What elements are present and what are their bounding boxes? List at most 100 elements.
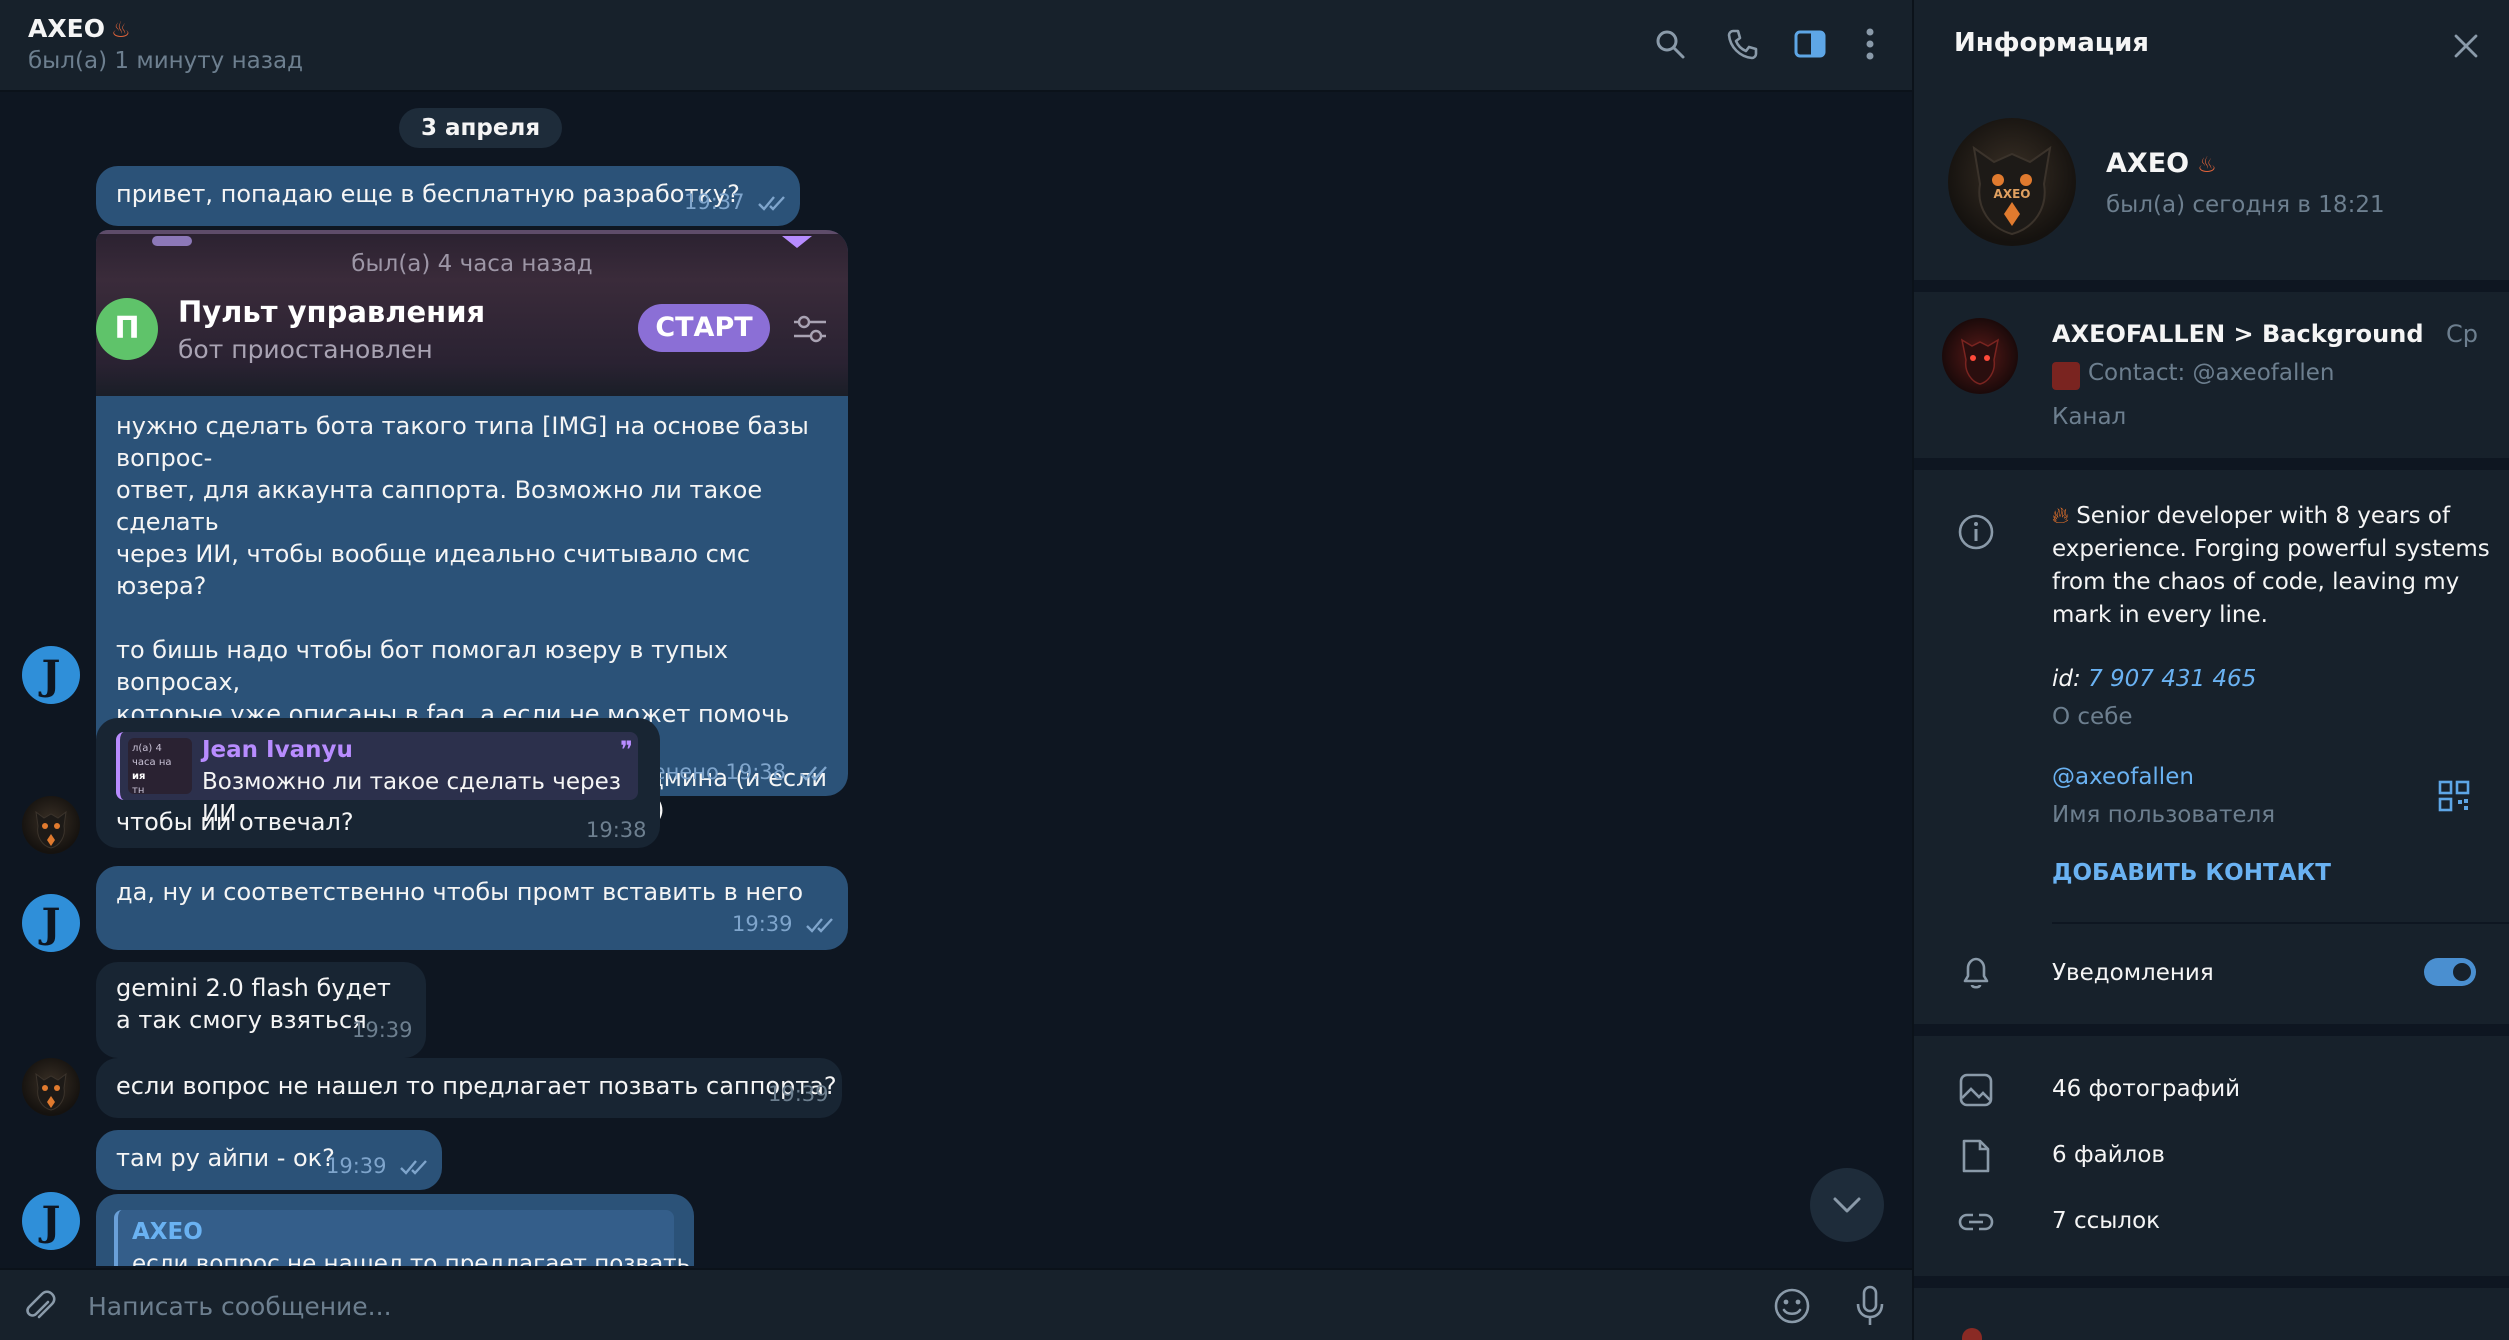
message-outgoing[interactable]: был(а) 4 часа назад П Пульт управления б… [96,230,848,824]
message-outgoing[interactable]: там ру айпи - ок? 19:39 [96,1130,442,1190]
message-incoming[interactable]: л(а) 4 часа на ия тн Jean Ivanyu Возможн… [96,718,660,848]
message-meta: 19:37 [684,186,789,218]
svg-text:AXEO: AXEO [1994,187,2031,201]
double-check-icon [806,918,834,933]
bell-icon [1956,952,1996,992]
double-check-icon [400,1160,428,1175]
avatar[interactable]: J [22,1192,80,1250]
message-time: 19:39 [326,1154,387,1178]
section-divider [1914,458,2509,470]
thumb-title: ия [132,771,146,782]
chat-header[interactable]: AXEO ♨ был(а) 1 минуту назад [0,0,1912,92]
flame-icon: ♨ [110,18,131,43]
message-incoming[interactable]: если вопрос не нашел то предлагает позва… [96,1058,842,1118]
channel-day: Ср [2446,320,2478,348]
username-link[interactable]: @axeofallen [2052,764,2194,790]
chat-title[interactable]: AXEO ♨ [28,14,131,43]
quote-mark-icon: ❞ [620,736,633,764]
profile-avatar[interactable]: AXEO [1948,118,2076,246]
preview-title: Пульт управления [178,295,486,329]
photo-icon [1956,1070,1996,1110]
preview-avatar: П [96,298,158,360]
message-time: 19:39 [352,1018,413,1042]
sliders-icon [794,315,826,343]
message-outgoing[interactable]: AXEO если вопрос не нашел то предлагает … [96,1194,694,1266]
more-icon[interactable] [1850,24,1890,64]
add-contact-button[interactable]: ДОБАВИТЬ КОНТАКТ [2052,860,2331,886]
preview-subtitle: бот приостановлен [178,335,433,364]
channel-avatar[interactable] [1942,318,2018,394]
message-list[interactable]: 3 апреля привет, попадаю еще в бесплатну… [0,94,1912,1266]
search-icon[interactable] [1650,24,1690,64]
image-pill [152,236,192,246]
avatar[interactable]: J [22,894,80,952]
message-line: через ИИ, чтобы вообще идеально считывал… [116,540,751,600]
media-photos[interactable]: 46 фотографий [2052,1076,2240,1102]
avatar[interactable] [22,796,80,854]
scroll-down-button[interactable] [1810,1168,1884,1242]
reply-quote[interactable]: AXEO если вопрос не нашел то предлагает … [114,1210,691,1266]
message-input[interactable]: Написать сообщение... [88,1292,392,1321]
bio-line: Senior developer with 8 years of [2076,503,2451,529]
id-label: id: [2052,666,2081,692]
chat-pane: AXEO ♨ был(а) 1 минуту назад 3 апреля при… [0,0,1912,1340]
emoji-icon[interactable] [1772,1286,1812,1326]
bio-line: experience. Forging powerful systems [2052,536,2490,562]
chevron-down-icon [1833,1197,1861,1213]
quote-text: если вопрос не нашел то предлагает позва… [132,1251,691,1266]
profile-name: AXEO ♨ [2106,148,2217,179]
message-text: если вопрос не нашел то предлагает позва… [116,1072,837,1100]
avatar[interactable] [22,1058,80,1116]
avatar[interactable]: J [22,646,80,704]
message-line: а так смогу взяться [116,1006,367,1034]
message-line: то бишь надо чтобы бот помогал юзеру в т… [116,636,729,696]
id-row: id: 7 907 431 465 [2052,666,2256,692]
qr-code-icon[interactable] [2434,776,2474,816]
date-separator: 3 апреля [399,108,563,148]
message-outgoing[interactable]: привет, попадаю еще в бесплатную разрабо… [96,166,800,226]
reply-quote[interactable]: л(а) 4 часа на ия тн Jean Ivanyu Возможн… [116,732,638,827]
channel-contact: Contact: @axeofallen [2088,360,2335,386]
info-panel: Информация AXEO AXEO ♨ был(а) сегодня в 1… [1912,0,2509,1340]
id-value[interactable]: 7 907 431 465 [2088,666,2256,692]
notifications-label: Уведомления [2052,960,2214,986]
profile-status: был(а) сегодня в 18:21 [2106,192,2385,218]
row-divider [2052,922,2509,924]
message-time: 19:38 [586,818,647,842]
message-meta: 19:39 [326,1150,431,1182]
bio-line: mark in every line. [2052,602,2268,628]
sidebar-toggle-icon[interactable] [1790,24,1830,64]
media-files[interactable]: 6 файлов [2052,1142,2165,1168]
message-time: 19:39 [768,1082,829,1106]
attach-icon[interactable] [20,1288,60,1328]
section-divider [1914,1276,2509,1288]
section-divider [1914,280,2509,292]
close-icon[interactable] [2446,26,2486,66]
bio-line: from the chaos of code, leaving my [2052,569,2460,595]
info-icon [1956,512,1996,552]
microphone-icon[interactable] [1850,1284,1890,1328]
thumb-status: л(а) 4 часа на [132,743,172,768]
username-label: Имя пользователя [2052,802,2276,828]
chat-title-text: AXEO [28,14,105,43]
message-line: ответ, для аккаунта саппорта. Возможно л… [116,476,763,536]
file-icon [1956,1136,1996,1176]
quote-author: AXEO [132,1219,203,1245]
fire-icon: 🔥︎ [2052,503,2069,529]
channel-name[interactable]: AXEOFALLEN > Background [2052,320,2424,348]
info-title: Информация [1954,28,2149,58]
composer[interactable]: Написать сообщение... [0,1268,1912,1340]
preview-status: был(а) 4 часа назад [351,251,593,277]
media-links[interactable]: 7 ссылок [2052,1208,2160,1234]
bio-text: 🔥︎ Senior developer with 8 years of expe… [2052,500,2492,632]
phone-icon[interactable] [1722,24,1762,64]
message-outgoing[interactable]: да, ну и соответственно чтобы промт вста… [96,866,848,950]
message-incoming[interactable]: gemini 2.0 flash будет а так смогу взять… [96,962,426,1058]
channel-type: Канал [2052,404,2127,430]
double-check-icon [758,196,786,211]
heart-icon [782,236,812,248]
message-image[interactable]: был(а) 4 часа назад П Пульт управления б… [96,230,848,396]
notifications-toggle[interactable] [2424,958,2476,986]
message-meta: 19:39 [732,908,837,940]
message-line [116,602,836,634]
